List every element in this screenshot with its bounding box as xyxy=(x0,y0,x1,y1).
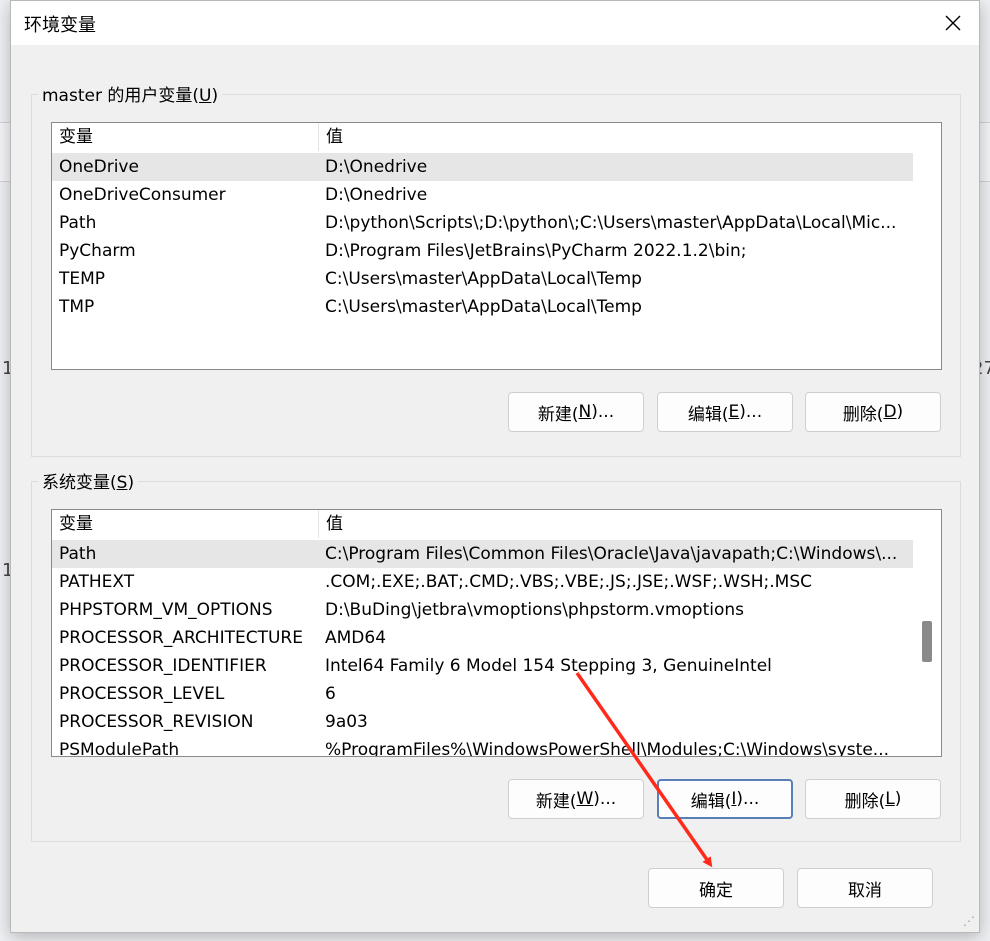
variable-value: 9a03 xyxy=(325,712,368,732)
variable-name: PATHEXT xyxy=(59,572,135,592)
cancel-button[interactable]: 取消 xyxy=(797,868,933,908)
close-icon xyxy=(945,15,961,31)
variable-name: OneDrive xyxy=(59,157,139,177)
close-button[interactable] xyxy=(935,5,971,41)
list-item[interactable]: OneDriveConsumer D:\Onedrive xyxy=(52,181,914,209)
system-delete-button[interactable]: 删除(L) xyxy=(805,779,941,819)
list-item[interactable]: PSModulePath %ProgramFiles%\WindowsPowerS… xyxy=(52,736,914,757)
variable-value: D:\python\Scripts\;D:\python\;C:\Users\m… xyxy=(325,213,897,233)
variable-value: C:\Users\master\AppData\Local\Temp xyxy=(325,269,642,289)
list-item[interactable]: PHPSTORM_VM_OPTIONS D:\BuDing\jetbra\vmop… xyxy=(52,596,914,624)
list-item[interactable]: PROCESSOR_REVISION 9a03 xyxy=(52,708,914,736)
column-header-variable[interactable]: 变量 xyxy=(52,510,319,538)
variable-value: D:\Program Files\JetBrains\PyCharm 2022.… xyxy=(325,241,747,261)
column-header-variable[interactable]: 变量 xyxy=(52,123,319,151)
variable-value: D:\Onedrive xyxy=(325,157,428,177)
system-variables-label: 系统变量(S) xyxy=(38,468,139,493)
list-header: 变量 值 xyxy=(52,510,914,538)
system-new-button[interactable]: 新建(W)... xyxy=(508,779,644,819)
variable-name: PHPSTORM_VM_OPTIONS xyxy=(59,600,273,620)
variable-value: .COM;.EXE;.BAT;.CMD;.VBS;.VBE;.JS;.JSE;.… xyxy=(325,572,813,592)
list-item[interactable]: OneDrive D:\Onedrive xyxy=(52,153,914,181)
ok-button[interactable]: 确定 xyxy=(648,868,784,908)
dialog-title: 环境变量 xyxy=(24,15,96,36)
list-item[interactable]: PROCESSOR_IDENTIFIER Intel64 Family 6 Mod… xyxy=(52,652,914,680)
system-variables-group: 系统变量(S) 变量 值 Path C:\Program Files\Common… xyxy=(31,468,961,842)
scrollbar[interactable] xyxy=(913,510,941,756)
dialog-titlebar: 环境变量 xyxy=(11,1,979,45)
list-body: Path C:\Program Files\Common Files\Oracle… xyxy=(52,540,914,757)
variable-name: Path xyxy=(59,544,97,564)
environment-variables-dialog: 环境变量 master 的用户变量(U) 变量 值 OneDrive D:\One… xyxy=(10,0,980,933)
user-variables-label: master 的用户变量(U) xyxy=(38,81,223,106)
list-item[interactable]: TMP C:\Users\master\AppData\Local\Temp xyxy=(52,293,914,321)
variable-name: PROCESSOR_REVISION xyxy=(59,712,254,732)
variable-name: TEMP xyxy=(59,269,106,289)
resize-grip-icon[interactable]: ⋰ xyxy=(963,914,975,928)
list-item[interactable]: PATHEXT .COM;.EXE;.BAT;.CMD;.VBS;.VBE;.JS… xyxy=(52,568,914,596)
variable-name: PROCESSOR_LEVEL xyxy=(59,684,225,704)
variable-value: D:\Onedrive xyxy=(325,185,428,205)
user-variables-list[interactable]: 变量 值 OneDrive D:\Onedrive OneDriveConsumer… xyxy=(51,122,942,370)
variable-name: OneDriveConsumer xyxy=(59,185,226,205)
system-edit-button[interactable]: 编辑(I)... xyxy=(657,779,793,819)
variable-value: %ProgramFiles%\WindowsPowerShell\Modules… xyxy=(325,740,889,757)
user-edit-button[interactable]: 编辑(E)... xyxy=(657,392,793,432)
variable-name: TMP xyxy=(59,297,95,317)
variable-value: AMD64 xyxy=(325,628,387,648)
variable-name: Path xyxy=(59,213,97,233)
variable-value: C:\Program Files\Common Files\Oracle\Jav… xyxy=(325,544,898,564)
list-item[interactable]: Path C:\Program Files\Common Files\Oracle… xyxy=(52,540,914,568)
variable-name: PSModulePath xyxy=(59,740,180,757)
variable-name: PROCESSOR_ARCHITECTURE xyxy=(59,628,303,648)
list-header: 变量 值 xyxy=(52,123,914,151)
user-delete-button[interactable]: 删除(D) xyxy=(805,392,941,432)
variable-value: Intel64 Family 6 Model 154 Stepping 3, G… xyxy=(325,656,772,676)
variable-value: 6 xyxy=(325,684,336,704)
variable-name: PyCharm xyxy=(59,241,136,261)
column-header-value[interactable]: 值 xyxy=(319,510,914,538)
list-item[interactable]: PROCESSOR_ARCHITECTURE AMD64 xyxy=(52,624,914,652)
list-item[interactable]: PyCharm D:\Program Files\JetBrains\PyChar… xyxy=(52,237,914,265)
variable-name: PROCESSOR_IDENTIFIER xyxy=(59,656,267,676)
list-item[interactable]: PROCESSOR_LEVEL 6 xyxy=(52,680,914,708)
user-variables-group: master 的用户变量(U) 变量 值 OneDrive D:\Onedrive… xyxy=(31,81,961,457)
list-item[interactable]: TEMP C:\Users\master\AppData\Local\Temp xyxy=(52,265,914,293)
user-new-button[interactable]: 新建(N)... xyxy=(508,392,644,432)
scrollbar[interactable] xyxy=(913,123,941,369)
variable-value: C:\Users\master\AppData\Local\Temp xyxy=(325,297,642,317)
list-body: OneDrive D:\Onedrive OneDriveConsumer D:\On… xyxy=(52,153,914,321)
list-item[interactable]: Path D:\python\Scripts\;D:\python\;C:\Use… xyxy=(52,209,914,237)
variable-value: D:\BuDing\jetbra\vmoptions\phpstorm.vmop… xyxy=(325,600,744,620)
system-variables-list[interactable]: 变量 值 Path C:\Program Files\Common Files\O… xyxy=(51,509,942,757)
column-header-value[interactable]: 值 xyxy=(319,123,914,151)
scrollbar-thumb[interactable] xyxy=(922,621,932,662)
